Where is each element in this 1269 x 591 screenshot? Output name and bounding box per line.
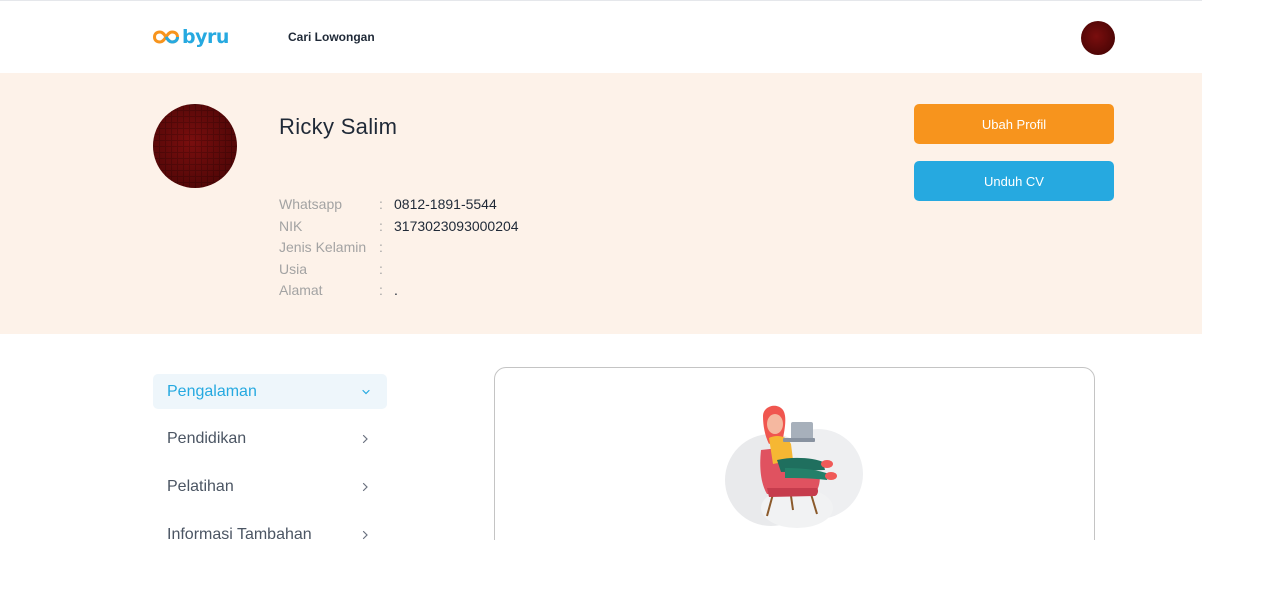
menu-item-pengalaman[interactable]: Pengalaman: [153, 374, 387, 409]
profile-name: Ricky Salim: [279, 114, 398, 139]
nav-cari-lowongan[interactable]: Cari Lowongan: [288, 30, 375, 44]
info-label: Usia: [279, 260, 308, 277]
profile-section-menu: Pengalaman Pendidikan Pelatihan Informas…: [153, 374, 387, 559]
info-row-nik: NIK : 3173023093000204: [279, 216, 519, 238]
info-value: 0812-1891-5544: [394, 196, 497, 212]
info-row-address: Alamat : .: [279, 280, 519, 302]
page: byru Cari Lowongan Ricky Salim Whatsapp …: [0, 0, 1269, 591]
info-label: Jenis Kelamin: [279, 239, 367, 256]
menu-item-pelatihan[interactable]: Pelatihan: [153, 463, 387, 511]
viewport-bottom-area: [0, 540, 1269, 591]
menu-item-label: Pengalaman: [167, 382, 257, 400]
profile-info-list: Whatsapp : 0812-1891-5544 NIK : 31730230…: [279, 194, 519, 302]
info-colon: :: [379, 217, 383, 234]
info-colon: :: [379, 282, 383, 299]
chevron-down-icon: [362, 389, 370, 394]
empty-state-illustration: [725, 405, 863, 528]
profile-photo: [153, 104, 237, 188]
profile-banner: Ricky Salim Whatsapp : 0812-1891-5544 NI…: [0, 73, 1202, 334]
info-value: .: [394, 282, 398, 299]
menu-item-label: Pendidikan: [167, 430, 247, 447]
edit-profile-button[interactable]: Ubah Profil: [914, 104, 1114, 144]
brand-logo[interactable]: byru: [153, 25, 229, 49]
info-row-gender: Jenis Kelamin :: [279, 237, 519, 259]
info-row-whatsapp: Whatsapp : 0812-1891-5544: [279, 194, 519, 216]
info-value: 3173023093000204: [394, 217, 519, 234]
menu-item-label: Pelatihan: [167, 478, 234, 495]
download-cv-button[interactable]: Unduh CV: [914, 161, 1114, 201]
info-colon: :: [379, 196, 383, 212]
infinity-logo-icon: [153, 30, 179, 44]
info-colon: :: [379, 239, 383, 256]
menu-item-pendidikan[interactable]: Pendidikan: [153, 415, 387, 463]
chevron-right-icon: [362, 482, 368, 492]
logo-text: byru: [182, 26, 229, 48]
info-label: Alamat: [279, 282, 323, 299]
chevron-right-icon: [362, 434, 368, 444]
info-label: NIK: [279, 217, 303, 234]
info-colon: :: [379, 260, 383, 277]
info-row-age: Usia :: [279, 259, 519, 281]
info-label: Whatsapp: [279, 196, 343, 212]
top-navbar: byru Cari Lowongan: [0, 1, 1202, 73]
user-avatar[interactable]: [1081, 21, 1115, 55]
